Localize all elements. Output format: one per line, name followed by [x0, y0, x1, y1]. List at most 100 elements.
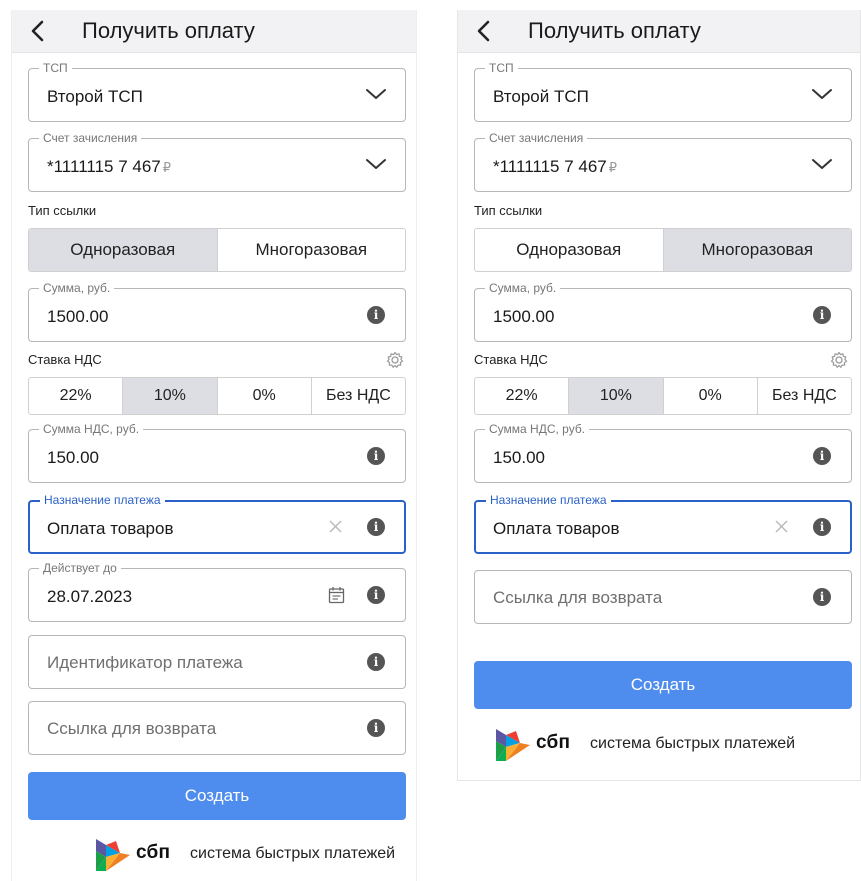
return-link-placeholder: Ссылка для возврата	[47, 719, 217, 738]
vat-amount-legend: Сумма НДС, руб.	[39, 422, 144, 436]
info-icon[interactable]: i	[813, 306, 831, 324]
tsp-legend: ТСП	[39, 61, 72, 75]
currency-sign: ₽	[162, 160, 172, 175]
vat-option-10[interactable]: 10%	[568, 378, 663, 414]
tsp-value: Второй ТСП	[493, 87, 589, 106]
link-type-reusable[interactable]: Многоразовая	[662, 229, 851, 271]
vat-option-22[interactable]: 22%	[29, 378, 122, 414]
sbp-logo	[96, 839, 130, 871]
back-icon[interactable]	[474, 19, 494, 43]
tsp-legend: ТСП	[485, 61, 518, 75]
account-select[interactable]: Счет зачисления *1111115 7 467 ₽	[28, 131, 406, 192]
currency-sign: ₽	[608, 160, 618, 175]
vat-option-10[interactable]: 10%	[122, 378, 217, 414]
info-icon[interactable]: i	[813, 588, 831, 606]
header: Получить оплату	[458, 10, 860, 53]
back-icon[interactable]	[28, 19, 48, 43]
account-legend: Счет зачисления	[39, 131, 142, 145]
tsp-value: Второй ТСП	[47, 87, 143, 106]
vat-rate-segmented: 22% 10% 0% Без НДС	[474, 377, 852, 415]
chevron-down-icon[interactable]	[365, 87, 387, 101]
amount-legend: Сумма, руб.	[39, 281, 115, 295]
create-button[interactable]: Создать	[474, 661, 852, 709]
amount-value: 1500.00	[47, 307, 109, 326]
vat-amount-value: 150.00	[47, 448, 99, 467]
info-icon[interactable]: i	[367, 719, 385, 737]
vat-option-none[interactable]: Без НДС	[310, 378, 405, 414]
page-title: Получить оплату	[82, 18, 255, 43]
account-value-wrap: *1111115 7 467 ₽	[493, 156, 617, 179]
create-button[interactable]: Создать	[28, 772, 406, 820]
chevron-down-icon[interactable]	[811, 87, 833, 101]
purpose-value: Оплата товаров	[493, 519, 620, 538]
link-type-one-time[interactable]: Одноразовая	[475, 229, 663, 271]
gear-icon[interactable]	[386, 351, 404, 369]
calendar-icon[interactable]	[328, 586, 345, 604]
purpose-legend: Назначение платежа	[40, 493, 165, 507]
link-type-label: Тип ссылки	[474, 203, 543, 218]
purpose-value: Оплата товаров	[47, 519, 174, 538]
info-icon[interactable]: i	[367, 586, 385, 604]
amount-legend: Сумма, руб.	[485, 281, 561, 295]
info-icon[interactable]: i	[367, 447, 385, 465]
header: Получить оплату	[12, 10, 416, 53]
link-type-segmented: Одноразовая Многоразовая	[28, 228, 406, 272]
info-icon[interactable]: i	[813, 447, 831, 465]
chevron-down-icon[interactable]	[811, 157, 833, 171]
vat-label: Ставка НДС	[28, 352, 102, 367]
purpose-field[interactable]: Назначение платежа Оплата товаров i	[28, 493, 406, 554]
vat-amount-field[interactable]: Сумма НДС, руб. 150.00 i	[474, 422, 852, 483]
gear-icon[interactable]	[830, 351, 848, 369]
account-value: *1111115 7 467	[47, 157, 161, 176]
valid-until-legend: Действует до	[39, 561, 121, 575]
vat-label: Ставка НДС	[474, 352, 548, 367]
sbp-footer: сбп система быстрых платежей	[458, 726, 860, 764]
payment-id-placeholder: Идентификатор платежа	[47, 653, 243, 672]
vat-option-none[interactable]: Без НДС	[756, 378, 851, 414]
sbp-short-label: сбп	[536, 732, 571, 753]
tsp-select[interactable]: ТСП Второй ТСП	[28, 61, 406, 122]
vat-amount-legend: Сумма НДС, руб.	[485, 422, 590, 436]
vat-amount-value: 150.00	[493, 448, 545, 467]
account-select[interactable]: Счет зачисления *1111115 7 467 ₽	[474, 131, 852, 192]
info-icon[interactable]: i	[367, 518, 385, 536]
valid-until-value: 28.07.2023	[47, 587, 133, 606]
return-link-field[interactable]: Ссылка для возврата i	[28, 701, 406, 755]
amount-field[interactable]: Сумма, руб. 1500.00 i	[28, 281, 406, 342]
valid-until-field[interactable]: Действует до 28.07.2023 i	[28, 561, 406, 622]
vat-option-0[interactable]: 0%	[662, 378, 757, 414]
vat-amount-field[interactable]: Сумма НДС, руб. 150.00 i	[28, 422, 406, 483]
account-value: *1111115 7 467	[493, 157, 607, 176]
payment-screen-one-time: Получить оплату ТСП Второй ТСП Счет зачи…	[11, 10, 417, 881]
amount-value: 1500.00	[493, 307, 555, 326]
vat-option-22[interactable]: 22%	[475, 378, 568, 414]
return-link-field[interactable]: Ссылка для возврата i	[474, 570, 852, 624]
sbp-footer: сбп система быстрых платежей	[12, 836, 416, 874]
purpose-legend: Назначение платежа	[486, 493, 611, 507]
link-type-one-time[interactable]: Одноразовая	[29, 229, 217, 271]
page-title: Получить оплату	[528, 18, 701, 43]
info-icon[interactable]: i	[367, 653, 385, 671]
link-type-reusable[interactable]: Многоразовая	[216, 229, 406, 271]
clear-icon[interactable]	[328, 519, 343, 534]
clear-icon[interactable]	[774, 519, 789, 534]
link-type-label: Тип ссылки	[28, 203, 97, 218]
account-legend: Счет зачисления	[485, 131, 588, 145]
account-value-wrap: *1111115 7 467 ₽	[47, 156, 171, 179]
sbp-logo	[496, 729, 530, 761]
vat-option-0[interactable]: 0%	[216, 378, 311, 414]
info-icon[interactable]: i	[367, 306, 385, 324]
purpose-field[interactable]: Назначение платежа Оплата товаров i	[474, 493, 852, 554]
vat-rate-segmented: 22% 10% 0% Без НДС	[28, 377, 406, 415]
sbp-full-label: система быстрых платежей	[190, 845, 396, 862]
sbp-full-label: система быстрых платежей	[590, 735, 796, 752]
tsp-select[interactable]: ТСП Второй ТСП	[474, 61, 852, 122]
link-type-segmented: Одноразовая Многоразовая	[474, 228, 852, 272]
sbp-short-label: сбп	[136, 842, 171, 863]
info-icon[interactable]: i	[813, 518, 831, 536]
return-link-placeholder: Ссылка для возврата	[493, 588, 663, 607]
payment-screen-reusable: Получить оплату ТСП Второй ТСП Счет зачи…	[457, 10, 861, 781]
amount-field[interactable]: Сумма, руб. 1500.00 i	[474, 281, 852, 342]
chevron-down-icon[interactable]	[365, 157, 387, 171]
payment-id-field[interactable]: Идентификатор платежа i	[28, 635, 406, 689]
